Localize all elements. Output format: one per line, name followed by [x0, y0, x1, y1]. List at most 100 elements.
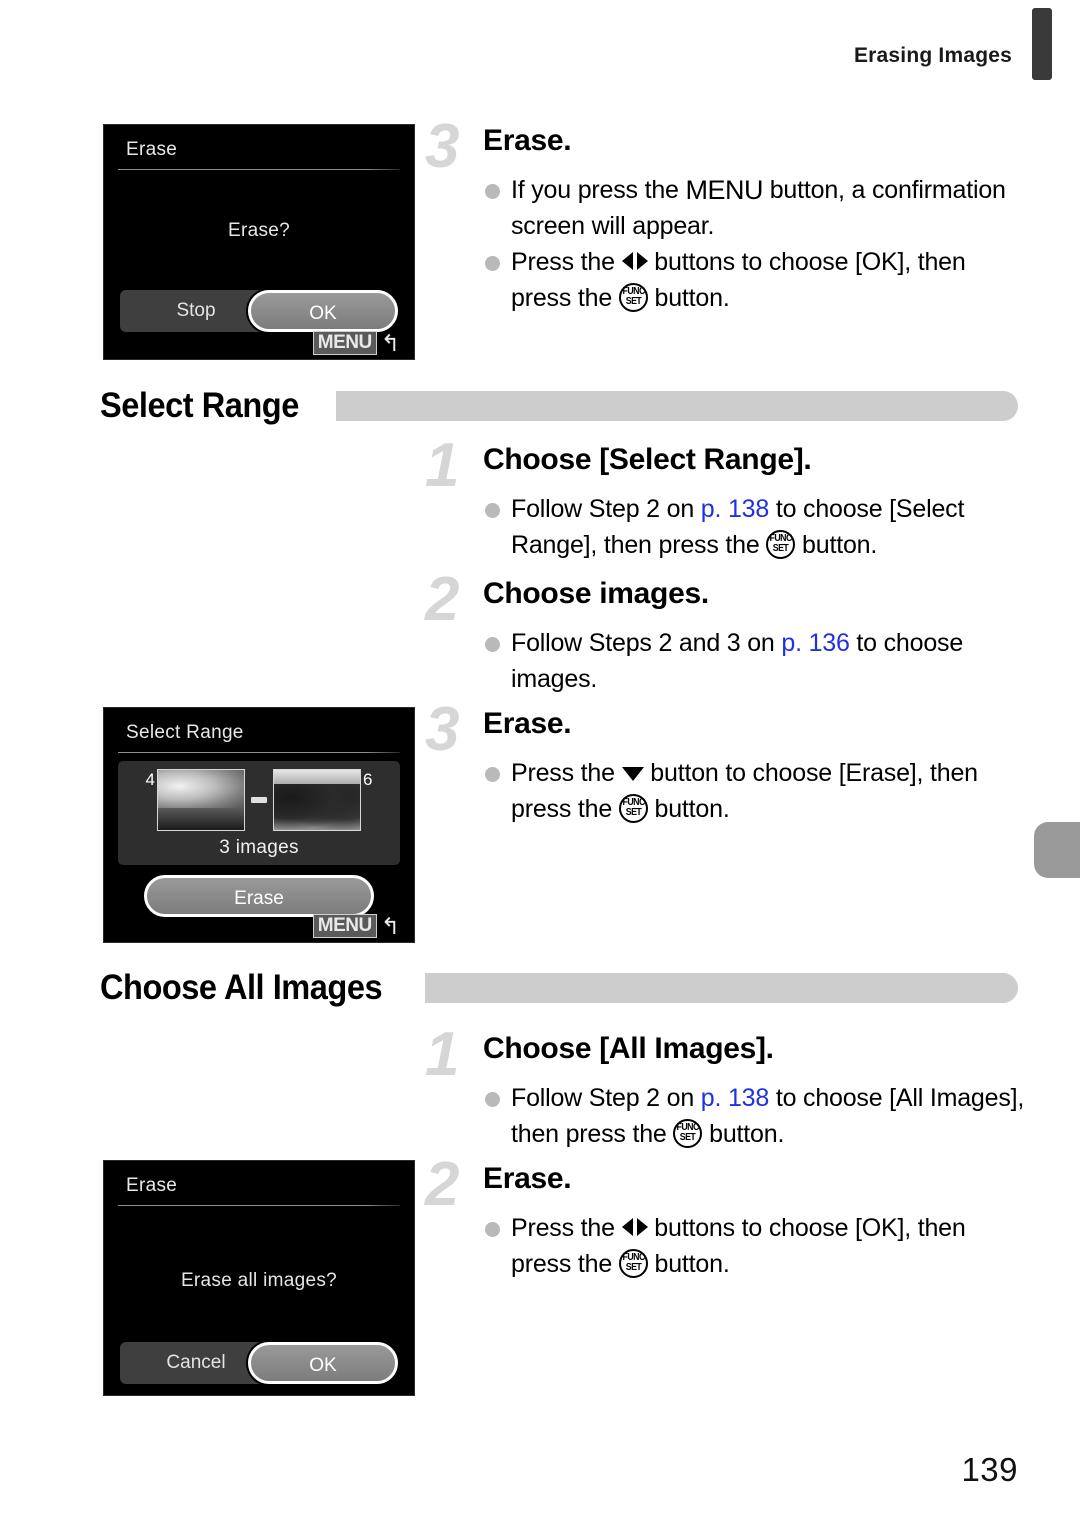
step-number: 3 [425, 695, 460, 764]
page-reference-link[interactable]: p. 138 [701, 495, 770, 523]
range-end-number: 6 [363, 770, 373, 789]
bullet-text-a: Press the [511, 759, 622, 787]
step-choose-images: 2 Choose images. Follow Steps 2 and 3 on… [425, 569, 1032, 697]
header-edge-tab [1032, 8, 1052, 80]
bullet-text-a: Press the [511, 248, 622, 276]
bullet-text-c: button. [647, 795, 730, 823]
thumbnail-image-start [157, 769, 245, 831]
page-reference-link[interactable]: p. 138 [701, 1084, 770, 1112]
section-header-select-range: Select Range [100, 386, 1018, 426]
bullet-item: Press the buttons to choose [OK], then p… [483, 244, 1032, 316]
bullet-text-a: Follow Steps 2 and 3 on [511, 629, 782, 657]
left-right-arrows-icon [621, 250, 648, 272]
lcd-divider [118, 169, 400, 170]
func-set-button-icon: FUNC. SET [673, 1119, 703, 1148]
bullet-text-a: If you press the [511, 176, 686, 204]
lcd-title: Select Range [126, 722, 244, 743]
step-title: Erase. [483, 707, 572, 740]
bullet-text-a: Follow Step 2 on [511, 495, 701, 523]
step-number: 2 [425, 1150, 460, 1219]
bullet-dot-icon [485, 1092, 500, 1107]
step-number: 1 [425, 1020, 460, 1089]
down-arrow-icon [621, 767, 644, 781]
bullet-dot-icon [485, 767, 500, 782]
set-label: SET [773, 543, 789, 554]
bullet-text-c: button. [647, 1250, 730, 1278]
screenshot-select-range: Select Range 4 6 3 images Erase MENU ↰ [103, 707, 415, 943]
lcd-button-ok[interactable]: OK [248, 1342, 398, 1384]
step-number: 3 [425, 112, 460, 181]
step-title: Erase. [483, 1162, 572, 1195]
range-start-number: 4 [145, 770, 155, 789]
menu-label: MENU [312, 331, 377, 355]
set-label: SET [680, 1132, 696, 1143]
bullet-dot-icon [485, 503, 500, 518]
menu-button-icon: MENU [685, 175, 763, 205]
step-title: Choose [Select Range]. [483, 443, 812, 476]
func-set-button-icon: FUNC. SET [618, 283, 648, 312]
bullet-item: Follow Step 2 on p. 138 to choose [All I… [483, 1080, 1032, 1152]
return-arrow-icon: ↰ [380, 912, 400, 939]
screenshot-erase-all-confirm: Erase Erase all images? Cancel OK [103, 1160, 415, 1396]
step-erase-range: 3 Erase. Press the button to choose [Era… [425, 699, 1032, 827]
range-image-count: 3 images [219, 837, 299, 858]
section-title: Choose All Images [100, 968, 383, 1007]
lcd-divider [118, 752, 400, 753]
lcd-button-ok[interactable]: OK [248, 290, 398, 332]
bullet-item: Follow Step 2 on p. 138 to choose [Selec… [483, 491, 1032, 563]
step-choose-all-images: 1 Choose [All Images]. Follow Step 2 on … [425, 1024, 1032, 1152]
lcd-menu-badge: MENU ↰ [312, 329, 400, 356]
left-right-arrows-icon [621, 1216, 648, 1238]
step-title: Choose images. [483, 577, 709, 610]
bullet-text-a: Press the [511, 1214, 622, 1242]
range-start: 4 [144, 769, 245, 831]
bullet-text-c: button. [795, 531, 878, 559]
section-header-choose-all-images: Choose All Images [100, 968, 1018, 1008]
menu-label: MENU [312, 914, 377, 938]
step-number: 2 [425, 565, 460, 634]
lcd-title: Erase [126, 139, 178, 160]
running-header: Erasing Images [853, 44, 1012, 67]
return-arrow-icon: ↰ [380, 329, 400, 356]
step-number: 1 [425, 431, 460, 500]
step-erase-all: 2 Erase. Press the buttons to choose [OK… [425, 1154, 1032, 1282]
lcd-button-erase[interactable]: Erase [144, 875, 374, 917]
thumbnail-image-end [273, 769, 361, 831]
bullet-text-c: button. [702, 1120, 785, 1148]
page-reference-link[interactable]: p. 136 [781, 629, 850, 657]
func-set-button-icon: FUNC. SET [618, 794, 648, 823]
set-label: SET [625, 296, 642, 307]
section-bar [425, 973, 1018, 1003]
step-erase-top: 3 Erase. If you press the MENU button, a… [425, 116, 1032, 316]
range-end: 6 [273, 769, 374, 831]
set-label: SET [625, 1262, 642, 1273]
bullet-item: Press the button to choose [Erase], then… [483, 755, 1032, 827]
bullet-dot-icon [485, 256, 500, 271]
step-title: Erase. [483, 124, 572, 157]
bullet-dot-icon [485, 1222, 500, 1237]
bullet-item: Follow Steps 2 and 3 on p. 136 to choose… [483, 625, 1032, 697]
range-preview-panel: 4 6 3 images [118, 761, 400, 865]
lcd-title: Erase [126, 1175, 178, 1196]
page-number: 139 [961, 1451, 1018, 1488]
lcd-menu-badge: MENU ↰ [312, 912, 400, 939]
section-bar [335, 391, 1018, 421]
bullet-dot-icon [485, 184, 500, 199]
lcd-message: Erase? [227, 220, 290, 241]
range-thumbnails: 4 6 [124, 769, 394, 831]
set-label: SET [625, 807, 642, 818]
func-set-button-icon: FUNC. SET [766, 530, 796, 559]
screenshot-erase-confirm: Erase Erase? Stop OK MENU ↰ [103, 124, 415, 360]
bullet-item: If you press the MENU button, a confirma… [483, 172, 1032, 244]
lcd-message: Erase all images? [180, 1270, 338, 1291]
bullet-text-c: button. [647, 284, 730, 312]
lcd-divider [118, 1205, 400, 1206]
section-title: Select Range [100, 386, 299, 425]
step-choose-select-range: 1 Choose [Select Range]. Follow Step 2 o… [425, 435, 1032, 563]
bullet-text-a: Follow Step 2 on [511, 1084, 701, 1112]
side-edge-tab [1034, 822, 1080, 878]
bullet-dot-icon [485, 637, 500, 652]
func-set-button-icon: FUNC. SET [618, 1249, 648, 1278]
bullet-item: Press the buttons to choose [OK], then p… [483, 1210, 1032, 1282]
step-title: Choose [All Images]. [483, 1032, 774, 1065]
